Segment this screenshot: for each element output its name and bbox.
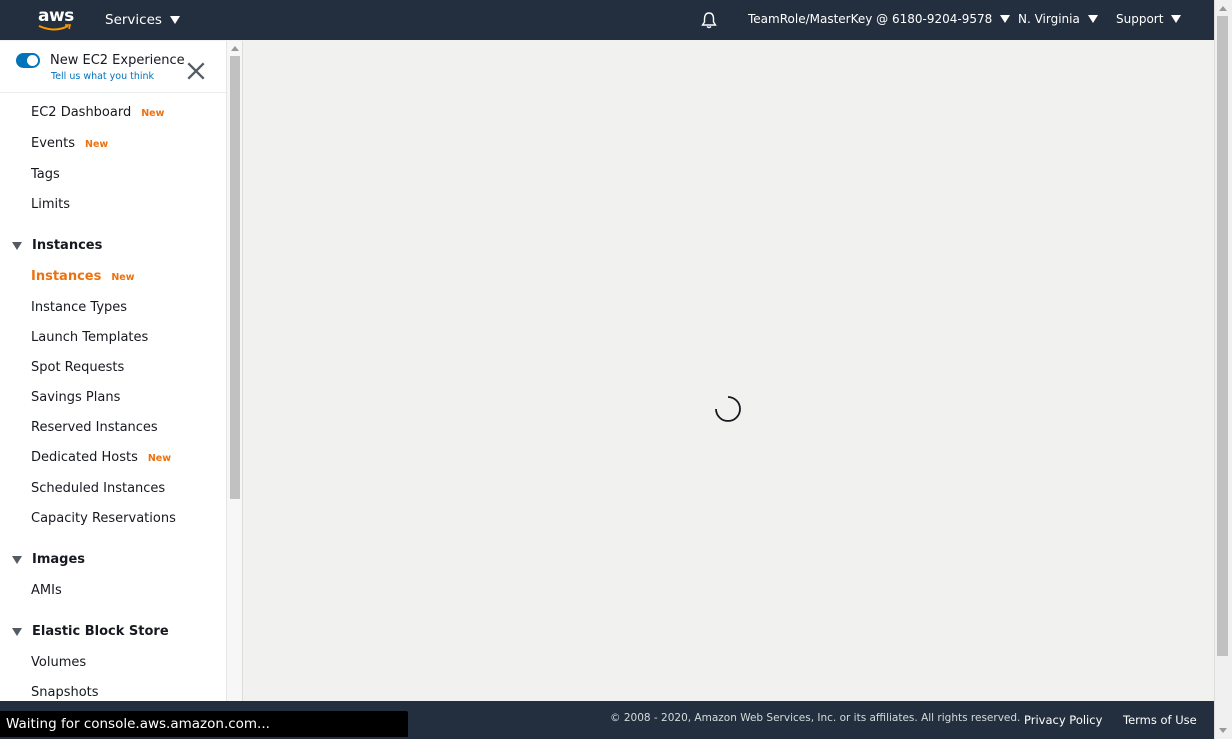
sidebar-item-volumes[interactable]: Volumes	[31, 655, 86, 670]
sidebar-item-label: Instance Types	[31, 300, 128, 315]
sidebar-item-capacity-reservations[interactable]: Capacity Reservations	[31, 511, 176, 526]
sidebar-item-label: Limits	[31, 197, 70, 212]
sidebar-item-label: Events	[31, 136, 76, 151]
sidebar-section-instances[interactable]: Instances	[12, 238, 102, 253]
copyright-text: © 2008 - 2020, Amazon Web Services, Inc.…	[610, 712, 1021, 724]
chevron-down-icon	[1171, 15, 1182, 23]
browser-status-bar: Waiting for console.aws.amazon.com...	[0, 711, 408, 737]
terms-of-use-link[interactable]: Terms of Use	[1123, 713, 1197, 727]
sidebar-item-limits[interactable]: Limits	[31, 197, 70, 212]
sidebar-item-snapshots[interactable]: Snapshots	[31, 685, 99, 700]
toggle-title: New EC2 Experience	[50, 53, 185, 68]
scroll-down-arrow-icon[interactable]	[1219, 728, 1227, 733]
sidebar-section-images[interactable]: Images	[12, 552, 85, 567]
privacy-policy-link[interactable]: Privacy Policy	[1024, 713, 1102, 727]
sidebar-item-instances[interactable]: Instances New	[31, 269, 135, 284]
services-label: Services	[105, 12, 162, 28]
aws-logo-text: aws	[38, 6, 74, 26]
sidebar-item-savings-plans[interactable]: Savings Plans	[31, 390, 120, 405]
sidebar-scrollbar[interactable]	[226, 41, 242, 701]
chevron-down-icon	[169, 16, 180, 24]
chevron-down-icon	[1087, 15, 1098, 23]
sidebar-item-launch-templates[interactable]: Launch Templates	[31, 330, 148, 345]
region-label: N. Virginia	[1018, 12, 1080, 26]
scrollbar-thumb[interactable]	[230, 56, 240, 499]
sidebar-item-label: Volumes	[31, 655, 87, 670]
sidebar-item-scheduled-instances[interactable]: Scheduled Instances	[31, 481, 165, 496]
aws-smile-icon	[38, 24, 72, 31]
new-badge: New	[141, 108, 165, 119]
sidebar-item-label: Dedicated Hosts	[31, 450, 138, 465]
sidebar-item-reserved-instances[interactable]: Reserved Instances	[31, 420, 158, 435]
new-experience-toggle-row: New EC2 Experience Tell us what you thin…	[0, 41, 226, 93]
support-menu[interactable]: Support	[1116, 12, 1182, 26]
sidebar-item-label: Spot Requests	[31, 360, 125, 375]
sidebar-item-label: Instances	[31, 269, 102, 284]
sidebar-item-label: Scheduled Instances	[31, 481, 166, 496]
sidebar-item-label: Snapshots	[31, 685, 99, 700]
sidebar-item-dedicated-hosts[interactable]: Dedicated Hosts New	[31, 450, 171, 465]
region-menu[interactable]: N. Virginia	[1018, 12, 1098, 26]
collapse-triangle-icon	[12, 241, 22, 250]
sidebar-item-label: Savings Plans	[31, 390, 121, 405]
chevron-down-icon	[1000, 15, 1011, 23]
window-scrollbar-thumb[interactable]	[1217, 16, 1228, 656]
section-title: Instances	[32, 238, 103, 253]
new-badge: New	[111, 272, 135, 283]
account-menu[interactable]: TeamRole/MasterKey @ 6180-9204-9578	[748, 12, 1011, 26]
section-title: Elastic Block Store	[32, 624, 169, 639]
collapse-triangle-icon	[12, 627, 22, 636]
services-menu[interactable]: Services	[105, 12, 180, 28]
sidebar-item-events[interactable]: Events New	[31, 136, 108, 151]
new-badge: New	[85, 139, 109, 150]
close-icon[interactable]	[187, 62, 205, 80]
sidebar: New EC2 Experience Tell us what you thin…	[0, 41, 243, 701]
sidebar-item-ec2-dashboard[interactable]: EC2 Dashboard New	[31, 105, 164, 120]
section-title: Images	[32, 552, 86, 567]
sidebar-item-spot-requests[interactable]: Spot Requests	[31, 360, 124, 375]
sidebar-item-label: EC2 Dashboard	[31, 105, 132, 120]
support-label: Support	[1116, 12, 1164, 26]
aws-logo[interactable]: aws	[38, 6, 74, 34]
sidebar-item-label: Reserved Instances	[31, 420, 158, 435]
sidebar-item-label: Launch Templates	[31, 330, 149, 345]
sidebar-item-tags[interactable]: Tags	[31, 167, 60, 182]
sidebar-item-instance-types[interactable]: Instance Types	[31, 300, 127, 315]
new-experience-toggle[interactable]	[16, 53, 40, 68]
window-scrollbar[interactable]	[1214, 0, 1232, 739]
toggle-knob	[27, 55, 38, 66]
top-navigation-bar: aws Services TeamRole/MasterKey @ 6180-9…	[0, 0, 1214, 40]
collapse-triangle-icon	[12, 555, 22, 564]
loading-spinner-icon	[715, 396, 741, 422]
sidebar-item-label: AMIs	[31, 583, 62, 598]
sidebar-item-amis[interactable]: AMIs	[31, 583, 62, 598]
sidebar-section-elastic-block-store[interactable]: Elastic Block Store	[12, 624, 169, 639]
scroll-up-arrow-icon[interactable]	[1219, 6, 1227, 11]
new-badge: New	[147, 453, 172, 464]
account-label: TeamRole/MasterKey @ 6180-9204-9578	[748, 12, 993, 26]
sidebar-item-label: Capacity Reservations	[31, 511, 176, 526]
sidebar-item-label: Tags	[31, 167, 60, 182]
bell-icon[interactable]	[700, 11, 718, 33]
scroll-up-arrow-icon[interactable]	[231, 46, 239, 51]
feedback-link[interactable]: Tell us what you think	[51, 71, 154, 82]
